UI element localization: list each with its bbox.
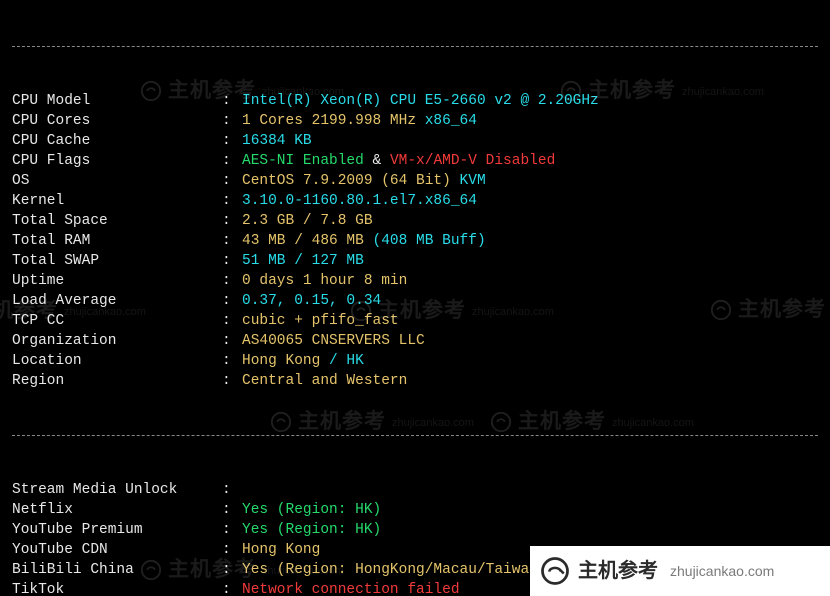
section1-row: Load Average : 0.37, 0.15, 0.34: [12, 291, 818, 311]
watermark-badge: 主机参考 zhujicankao.com: [530, 546, 830, 596]
row-label: Total Space: [12, 211, 222, 231]
row-label: CPU Cache: [12, 131, 222, 151]
row-label: Uptime: [12, 271, 222, 291]
colon: :: [222, 271, 242, 291]
colon: :: [222, 251, 242, 271]
row-value: 3.10.0-1160.80.1.el7.x86_64: [242, 191, 477, 211]
colon: :: [222, 351, 242, 371]
colon: :: [222, 231, 242, 251]
row-label: Organization: [12, 331, 222, 351]
row-value-part: x86_64: [425, 111, 477, 131]
badge-text: 主机参考: [578, 561, 658, 581]
colon: :: [222, 480, 242, 500]
row-label: Kernel: [12, 191, 222, 211]
row-value: Yes (Region: HK): [242, 520, 381, 540]
colon: :: [222, 371, 242, 391]
colon: :: [222, 580, 242, 596]
divider: [12, 435, 818, 437]
section1-row: CPU Model : Intel(R) Xeon(R) CPU E5-2660…: [12, 91, 818, 111]
row-label: Netflix: [12, 500, 222, 520]
section1-row: Organization : AS40065 CNSERVERS LLC: [12, 331, 818, 351]
section2-row: YouTube Premium : Yes (Region: HK): [12, 520, 818, 540]
colon: :: [222, 91, 242, 111]
colon: :: [222, 131, 242, 151]
colon: :: [222, 211, 242, 231]
row-label: Region: [12, 371, 222, 391]
colon: :: [222, 291, 242, 311]
row-value-part: AES-NI Enabled: [242, 151, 364, 171]
section2-row: Netflix : Yes (Region: HK): [12, 500, 818, 520]
row-value: 51 MB / 127 MB: [242, 251, 364, 271]
row-label: Location: [12, 351, 222, 371]
row-label: Total SWAP: [12, 251, 222, 271]
row-label: BiliBili China: [12, 560, 222, 580]
colon: :: [222, 151, 242, 171]
section1-row: TCP CC : cubic + pfifo_fast: [12, 311, 818, 331]
row-label: OS: [12, 171, 222, 191]
row-value-part: &: [364, 151, 390, 171]
row-value: Yes (Region: HK): [242, 500, 381, 520]
colon: :: [222, 311, 242, 331]
row-value-part: (408 MB Buff): [373, 231, 486, 251]
section1-row: Location : Hong Kong / HK: [12, 351, 818, 371]
row-label: CPU Model: [12, 91, 222, 111]
row-value: 0.37, 0.15, 0.34: [242, 291, 381, 311]
row-label: CPU Cores: [12, 111, 222, 131]
section1-row: Kernel : 3.10.0-1160.80.1.el7.x86_64: [12, 191, 818, 211]
row-value-part: 43 MB / 486 MB: [242, 231, 373, 251]
row-value-part: / HK: [329, 351, 364, 371]
system-info-section: CPU Model : Intel(R) Xeon(R) CPU E5-2660…: [12, 91, 818, 391]
row-value: 0 days 1 hour 8 min: [242, 271, 407, 291]
section1-row: OS : CentOS 7.9.2009 (64 Bit) KVM: [12, 171, 818, 191]
divider: [12, 46, 818, 48]
section1-row: CPU Cores : 1 Cores 2199.998 MHz x86_64: [12, 111, 818, 131]
row-value: Intel(R) Xeon(R) CPU E5-2660 v2 @ 2.20GH…: [242, 91, 599, 111]
row-value: Network connection failed: [242, 580, 460, 596]
row-label: Stream Media Unlock: [12, 480, 222, 500]
row-value-part: VM-x/AMD-V Disabled: [390, 151, 555, 171]
section1-row: CPU Flags : AES-NI Enabled & VM-x/AMD-V …: [12, 151, 818, 171]
row-value-part: Hong Kong: [242, 351, 329, 371]
badge-url: zhujicankao.com: [670, 561, 774, 581]
section2-row: Stream Media Unlock :: [12, 480, 818, 500]
row-value: 2.3 GB / 7.8 GB: [242, 211, 373, 231]
row-label: CPU Flags: [12, 151, 222, 171]
row-value-part: KVM: [460, 171, 486, 191]
section1-row: Uptime : 0 days 1 hour 8 min: [12, 271, 818, 291]
colon: :: [222, 171, 242, 191]
section1-row: CPU Cache : 16384 KB: [12, 131, 818, 151]
colon: :: [222, 540, 242, 560]
row-label: Load Average: [12, 291, 222, 311]
section1-row: Total Space : 2.3 GB / 7.8 GB: [12, 211, 818, 231]
section1-row: Total RAM : 43 MB / 486 MB (408 MB Buff): [12, 231, 818, 251]
row-value-part: 1 Cores 2199.998 MHz: [242, 111, 425, 131]
row-label: YouTube CDN: [12, 540, 222, 560]
row-label: Total RAM: [12, 231, 222, 251]
colon: :: [222, 331, 242, 351]
section1-row: Region : Central and Western: [12, 371, 818, 391]
terminal-output: CPU Model : Intel(R) Xeon(R) CPU E5-2660…: [0, 0, 830, 596]
colon: :: [222, 111, 242, 131]
colon: :: [222, 191, 242, 211]
row-value: 16384 KB: [242, 131, 312, 151]
row-value: cubic + pfifo_fast: [242, 311, 399, 331]
row-value: Hong Kong: [242, 540, 320, 560]
row-value: AS40065 CNSERVERS LLC: [242, 331, 425, 351]
row-value: Central and Western: [242, 371, 407, 391]
colon: :: [222, 520, 242, 540]
row-value-part: CentOS 7.9.2009 (64 Bit): [242, 171, 460, 191]
row-label: TikTok: [12, 580, 222, 596]
row-label: TCP CC: [12, 311, 222, 331]
badge-icon: [540, 556, 570, 586]
row-label: YouTube Premium: [12, 520, 222, 540]
colon: :: [222, 500, 242, 520]
section1-row: Total SWAP : 51 MB / 127 MB: [12, 251, 818, 271]
colon: :: [222, 560, 242, 580]
